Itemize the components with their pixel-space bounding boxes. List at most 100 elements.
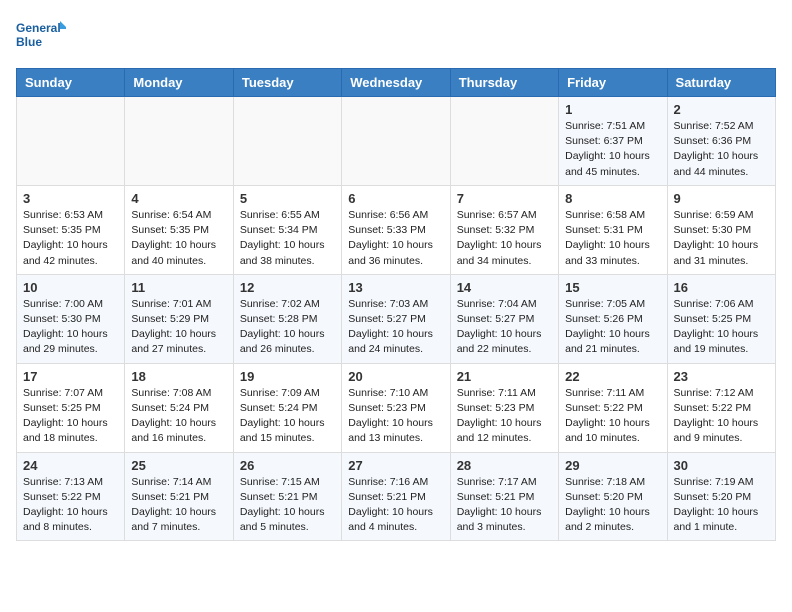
day-info: Sunrise: 7:17 AM Sunset: 5:21 PM Dayligh… (457, 475, 552, 536)
calendar-cell (233, 97, 341, 186)
calendar-cell: 2 Sunrise: 7:52 AM Sunset: 6:36 PM Daylig… (667, 97, 775, 186)
day-number: 2 (674, 102, 769, 117)
calendar-cell: 26Sunrise: 7:15 AM Sunset: 5:21 PM Dayli… (233, 452, 341, 541)
calendar-week-1: 1 Sunrise: 7:51 AM Sunset: 6:37 PM Daylig… (17, 97, 776, 186)
day-number: 21 (457, 369, 552, 384)
day-number: 12 (240, 280, 335, 295)
calendar-cell: 4Sunrise: 6:54 AM Sunset: 5:35 PM Daylig… (125, 185, 233, 274)
day-number: 9 (674, 191, 769, 206)
calendar-cell: 23 Sunrise: 7:12 AM Sunset: 5:22 PM Dayli… (667, 363, 775, 452)
day-info: Sunrise: 7:51 AM Sunset: 6:37 PM Dayligh… (565, 119, 660, 180)
calendar-table: SundayMondayTuesdayWednesdayThursdayFrid… (16, 68, 776, 541)
calendar-cell: 25 Sunrise: 7:14 AM Sunset: 5:21 PM Dayli… (125, 452, 233, 541)
calendar-cell: 28 Sunrise: 7:17 AM Sunset: 5:21 PM Dayli… (450, 452, 558, 541)
day-info: Sunrise: 6:59 AM Sunset: 5:30 PM Dayligh… (674, 208, 769, 269)
day-number: 18 (131, 369, 226, 384)
calendar-cell: 10 Sunrise: 7:00 AM Sunset: 5:30 PM Dayli… (17, 274, 125, 363)
day-number: 15 (565, 280, 660, 295)
calendar-cell: 17 Sunrise: 7:07 AM Sunset: 5:25 PM Dayli… (17, 363, 125, 452)
calendar-cell: 27 Sunrise: 7:16 AM Sunset: 5:21 PM Dayli… (342, 452, 450, 541)
day-info: Sunrise: 7:02 AM Sunset: 5:28 PM Dayligh… (240, 297, 335, 358)
svg-text:Blue: Blue (16, 35, 42, 49)
calendar-cell: 22 Sunrise: 7:11 AM Sunset: 5:22 PM Dayli… (559, 363, 667, 452)
day-number: 10 (23, 280, 118, 295)
calendar-week-3: 10 Sunrise: 7:00 AM Sunset: 5:30 PM Dayli… (17, 274, 776, 363)
calendar-cell: 3 Sunrise: 6:53 AM Sunset: 5:35 PM Daylig… (17, 185, 125, 274)
calendar-cell: 15 Sunrise: 7:05 AM Sunset: 5:26 PM Dayli… (559, 274, 667, 363)
day-number: 8 (565, 191, 660, 206)
calendar-week-2: 3 Sunrise: 6:53 AM Sunset: 5:35 PM Daylig… (17, 185, 776, 274)
svg-text:General: General (16, 21, 61, 35)
calendar-cell: 16 Sunrise: 7:06 AM Sunset: 5:25 PM Dayli… (667, 274, 775, 363)
calendar-cell: 29 Sunrise: 7:18 AM Sunset: 5:20 PM Dayli… (559, 452, 667, 541)
calendar-cell: 11 Sunrise: 7:01 AM Sunset: 5:29 PM Dayli… (125, 274, 233, 363)
day-info: Sunrise: 7:10 AM Sunset: 5:23 PM Dayligh… (348, 386, 443, 447)
day-number: 1 (565, 102, 660, 117)
day-info: Sunrise: 7:05 AM Sunset: 5:26 PM Dayligh… (565, 297, 660, 358)
day-info: Sunrise: 7:04 AM Sunset: 5:27 PM Dayligh… (457, 297, 552, 358)
day-info: Sunrise: 7:03 AM Sunset: 5:27 PM Dayligh… (348, 297, 443, 358)
day-number: 4 (131, 191, 226, 206)
day-number: 25 (131, 458, 226, 473)
calendar-cell: 20 Sunrise: 7:10 AM Sunset: 5:23 PM Dayli… (342, 363, 450, 452)
day-number: 17 (23, 369, 118, 384)
day-number: 13 (348, 280, 443, 295)
day-number: 16 (674, 280, 769, 295)
day-info: Sunrise: 6:55 AM Sunset: 5:34 PM Dayligh… (240, 208, 335, 269)
day-info: Sunrise: 7:14 AM Sunset: 5:21 PM Dayligh… (131, 475, 226, 536)
calendar-cell: 18 Sunrise: 7:08 AM Sunset: 5:24 PM Dayli… (125, 363, 233, 452)
calendar-cell (17, 97, 125, 186)
column-header-monday: Monday (125, 69, 233, 97)
day-number: 5 (240, 191, 335, 206)
day-info: Sunrise: 7:07 AM Sunset: 5:25 PM Dayligh… (23, 386, 118, 447)
column-header-sunday: Sunday (17, 69, 125, 97)
day-number: 3 (23, 191, 118, 206)
day-number: 23 (674, 369, 769, 384)
day-info: Sunrise: 7:15 AM Sunset: 5:21 PM Dayligh… (240, 475, 335, 536)
day-info: Sunrise: 7:16 AM Sunset: 5:21 PM Dayligh… (348, 475, 443, 536)
logo: General Blue (16, 16, 66, 56)
calendar-cell: 8 Sunrise: 6:58 AM Sunset: 5:31 PM Daylig… (559, 185, 667, 274)
calendar-cell: 24Sunrise: 7:13 AM Sunset: 5:22 PM Dayli… (17, 452, 125, 541)
day-info: Sunrise: 7:12 AM Sunset: 5:22 PM Dayligh… (674, 386, 769, 447)
calendar-cell: 14Sunrise: 7:04 AM Sunset: 5:27 PM Dayli… (450, 274, 558, 363)
day-number: 29 (565, 458, 660, 473)
day-info: Sunrise: 6:57 AM Sunset: 5:32 PM Dayligh… (457, 208, 552, 269)
calendar-cell (450, 97, 558, 186)
day-info: Sunrise: 7:08 AM Sunset: 5:24 PM Dayligh… (131, 386, 226, 447)
day-info: Sunrise: 7:11 AM Sunset: 5:22 PM Dayligh… (565, 386, 660, 447)
calendar-cell: 21Sunrise: 7:11 AM Sunset: 5:23 PM Dayli… (450, 363, 558, 452)
day-number: 30 (674, 458, 769, 473)
calendar-cell: 13 Sunrise: 7:03 AM Sunset: 5:27 PM Dayli… (342, 274, 450, 363)
column-header-thursday: Thursday (450, 69, 558, 97)
day-number: 7 (457, 191, 552, 206)
day-number: 28 (457, 458, 552, 473)
day-number: 22 (565, 369, 660, 384)
day-number: 11 (131, 280, 226, 295)
column-header-tuesday: Tuesday (233, 69, 341, 97)
day-info: Sunrise: 6:56 AM Sunset: 5:33 PM Dayligh… (348, 208, 443, 269)
day-info: Sunrise: 7:18 AM Sunset: 5:20 PM Dayligh… (565, 475, 660, 536)
calendar-cell: 5 Sunrise: 6:55 AM Sunset: 5:34 PM Daylig… (233, 185, 341, 274)
calendar-cell (342, 97, 450, 186)
day-info: Sunrise: 7:00 AM Sunset: 5:30 PM Dayligh… (23, 297, 118, 358)
day-number: 27 (348, 458, 443, 473)
day-info: Sunrise: 6:53 AM Sunset: 5:35 PM Dayligh… (23, 208, 118, 269)
day-number: 20 (348, 369, 443, 384)
logo-svg: General Blue (16, 16, 66, 56)
calendar-cell: 1 Sunrise: 7:51 AM Sunset: 6:37 PM Daylig… (559, 97, 667, 186)
day-info: Sunrise: 7:19 AM Sunset: 5:20 PM Dayligh… (674, 475, 769, 536)
day-info: Sunrise: 6:58 AM Sunset: 5:31 PM Dayligh… (565, 208, 660, 269)
day-info: Sunrise: 7:09 AM Sunset: 5:24 PM Dayligh… (240, 386, 335, 447)
day-info: Sunrise: 7:01 AM Sunset: 5:29 PM Dayligh… (131, 297, 226, 358)
day-number: 19 (240, 369, 335, 384)
day-info: Sunrise: 7:06 AM Sunset: 5:25 PM Dayligh… (674, 297, 769, 358)
calendar-cell: 19 Sunrise: 7:09 AM Sunset: 5:24 PM Dayli… (233, 363, 341, 452)
day-info: Sunrise: 7:52 AM Sunset: 6:36 PM Dayligh… (674, 119, 769, 180)
calendar-week-5: 24Sunrise: 7:13 AM Sunset: 5:22 PM Dayli… (17, 452, 776, 541)
day-info: Sunrise: 7:13 AM Sunset: 5:22 PM Dayligh… (23, 475, 118, 536)
calendar-header-row: SundayMondayTuesdayWednesdayThursdayFrid… (17, 69, 776, 97)
day-number: 6 (348, 191, 443, 206)
calendar-cell: 12 Sunrise: 7:02 AM Sunset: 5:28 PM Dayli… (233, 274, 341, 363)
page-header: General Blue (16, 16, 776, 56)
